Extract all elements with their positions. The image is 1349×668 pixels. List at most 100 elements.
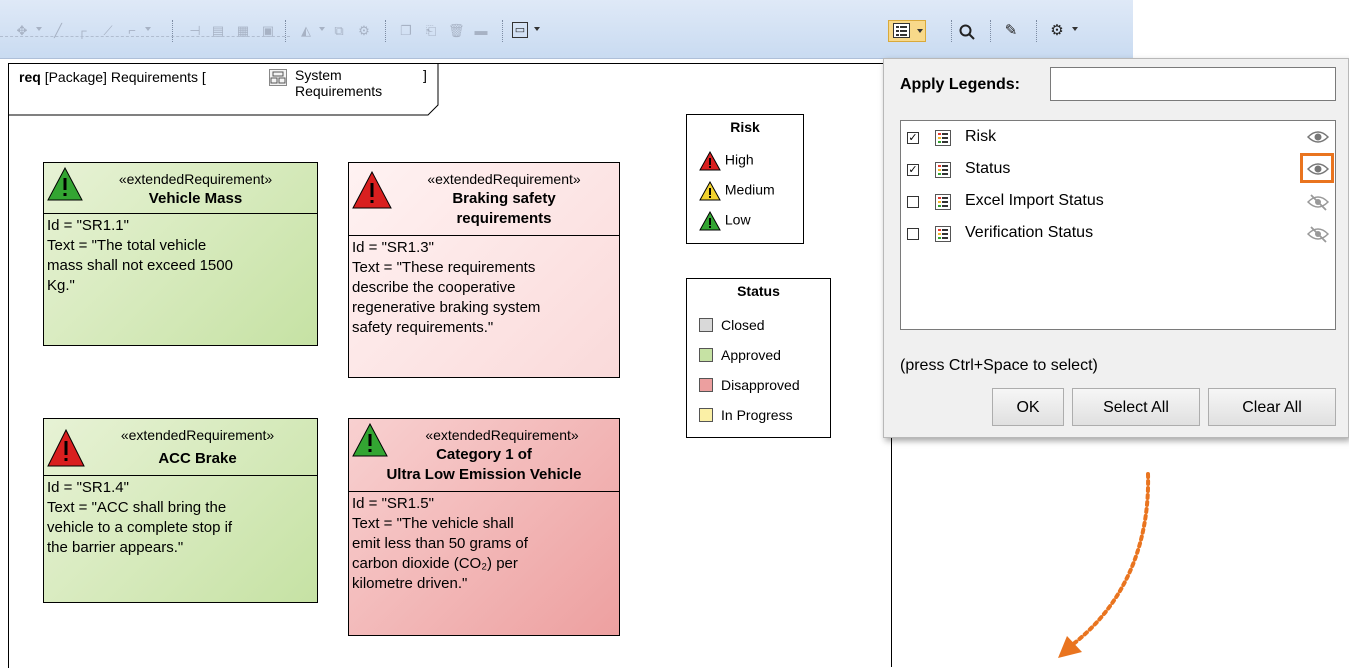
- legend-icon: [935, 130, 951, 146]
- ok-button[interactable]: OK: [992, 388, 1064, 426]
- legend-row-status[interactable]: ✓ Status: [901, 153, 1335, 187]
- legend-label: Closed: [721, 317, 765, 333]
- frame-kind: req: [19, 69, 41, 85]
- legend-icon: [893, 23, 910, 38]
- status-swatch: [699, 318, 713, 332]
- legend-title: Risk: [730, 119, 760, 135]
- legend-icon: [935, 162, 951, 178]
- dropdown-arrow[interactable]: [36, 27, 42, 31]
- eye-hidden-icon[interactable]: [1307, 225, 1329, 243]
- legend-row-label: Risk: [965, 128, 997, 145]
- legend-checkbox[interactable]: [907, 228, 919, 240]
- toolbar-separator: [951, 20, 956, 42]
- eye-icon[interactable]: [1307, 161, 1329, 177]
- requirement-text-line: Text = "These requirements: [352, 259, 536, 276]
- select-all-button[interactable]: Select All: [1072, 388, 1200, 426]
- toolbar-separator: [990, 20, 995, 42]
- eye-icon[interactable]: [1307, 129, 1329, 145]
- gear-icon[interactable]: ⚙: [1049, 23, 1065, 38]
- apply-legends-popup: Apply Legends: ✓ Risk ✓ Status Excel Imp…: [883, 58, 1349, 438]
- annotation-arrow: [1058, 472, 1151, 658]
- legend-item-low: Low: [699, 210, 751, 231]
- legend-item-high: High: [699, 150, 754, 171]
- fill-color-icon[interactable]: ◭: [298, 24, 314, 38]
- legend-row-excel-import-status[interactable]: Excel Import Status: [901, 187, 1335, 219]
- eye-hidden-icon[interactable]: [1307, 193, 1329, 211]
- requirement-text-line: describe the cooperative: [352, 279, 516, 296]
- requirement-header: «extendedRequirement» Category 1 of Ultr…: [349, 419, 619, 492]
- status-swatch: [699, 408, 713, 422]
- requirement-text-line: kilometre driven.": [352, 575, 468, 592]
- frame-close-bracket: ]: [423, 67, 427, 83]
- frame-owner-line2: Requirements: [295, 83, 383, 99]
- requirement-text-line: vehicle to a complete stop if: [47, 519, 233, 536]
- status-swatch: [699, 378, 713, 392]
- legend-row-label: Verification Status: [965, 224, 1094, 241]
- dropdown-arrow[interactable]: [145, 27, 151, 31]
- legend-row-label: Excel Import Status: [965, 192, 1104, 209]
- clear-all-button[interactable]: Clear All: [1208, 388, 1336, 426]
- requirement-text-line: Text = "The total vehicle: [47, 237, 207, 254]
- dropdown-arrow: [917, 29, 923, 33]
- legend-item-medium: Medium: [699, 180, 775, 201]
- risk-legend[interactable]: Risk High Medium Low: [686, 114, 804, 244]
- requirement-text-line: safety requirements.": [352, 319, 494, 336]
- legend-title: Status: [737, 283, 780, 299]
- legend-row-verification-status[interactable]: Verification Status: [901, 219, 1335, 251]
- paste-icon[interactable]: ⎗: [423, 24, 439, 38]
- risk-high-icon: [352, 171, 392, 209]
- requirement-braking-safety[interactable]: «extendedRequirement» Braking safety req…: [348, 162, 620, 378]
- risk-low-icon: [352, 423, 388, 457]
- requirement-text-line: regenerative braking system: [352, 299, 541, 316]
- requirement-category-1[interactable]: «extendedRequirement» Category 1 of Ultr…: [348, 418, 620, 636]
- legend-button[interactable]: [888, 20, 926, 42]
- requirement-body: Id = "SR1.3" Text = "These requirements …: [349, 236, 619, 338]
- requirement-text-line: Kg.": [47, 277, 75, 294]
- risk-low-icon: [47, 167, 83, 201]
- risk-high-icon: [47, 429, 85, 467]
- toolbar-separator: [385, 20, 390, 42]
- dropdown-arrow[interactable]: [534, 27, 540, 31]
- legend-item-approved: Approved: [699, 347, 781, 363]
- bring-front-icon[interactable]: ⧉: [331, 24, 347, 38]
- validation-icon[interactable]: ✎: [1003, 23, 1019, 38]
- apply-legends-search-input[interactable]: [1050, 67, 1336, 101]
- requirement-name-line2: requirements: [456, 210, 552, 227]
- requirement-text-line: Text = "The vehicle shall: [352, 515, 514, 532]
- legend-row-risk[interactable]: ✓ Risk: [901, 123, 1335, 155]
- requirement-body: Id = "SR1.4" Text = "ACC shall bring the…: [44, 476, 317, 558]
- requirement-name: Category 1 of: [436, 446, 532, 463]
- legend-item-closed: Closed: [699, 317, 765, 333]
- requirement-stereotype: «extendedRequirement»: [425, 427, 579, 443]
- requirement-name: Vehicle Mass: [148, 190, 243, 207]
- status-legend[interactable]: Status Closed Approved Disapproved In Pr…: [686, 278, 831, 438]
- frame-title: req [Package] Requirements [: [19, 69, 206, 85]
- legend-label: Medium: [724, 181, 775, 198]
- dropdown-arrow[interactable]: [1072, 27, 1078, 31]
- requirement-header: «extendedRequirement» ACC Brake: [44, 419, 317, 476]
- layout-icon[interactable]: ▭: [512, 22, 528, 38]
- search-icon[interactable]: [959, 24, 975, 40]
- legend-checkbox[interactable]: [907, 196, 919, 208]
- copy-icon[interactable]: ❐: [398, 24, 414, 38]
- legend-item-disapproved: Disapproved: [699, 377, 800, 393]
- style-icon[interactable]: ⚙: [356, 24, 372, 38]
- requirement-id: Id = "SR1.5": [352, 495, 434, 512]
- legend-checkbox[interactable]: ✓: [907, 164, 919, 176]
- delete-from-model-icon[interactable]: ▬: [473, 24, 489, 38]
- select-hint: (press Ctrl+Space to select): [900, 357, 1098, 374]
- legend-row-label: Status: [965, 160, 1011, 177]
- frame-owner-line1: System: [295, 67, 342, 83]
- legend-label: In Progress: [721, 407, 793, 423]
- requirement-stereotype: «extendedRequirement»: [118, 171, 273, 187]
- legend-label: High: [724, 151, 754, 168]
- requirement-acc-brake[interactable]: «extendedRequirement» ACC Brake Id = "SR…: [43, 418, 318, 603]
- delete-icon[interactable]: 🗑: [448, 24, 465, 38]
- requirement-vehicle-mass[interactable]: «extendedRequirement» Vehicle Mass Id = …: [43, 162, 318, 346]
- toolbar-separator: [285, 20, 290, 42]
- dropdown-arrow[interactable]: [319, 27, 325, 31]
- requirement-text-line: mass shall not exceed 1500: [47, 257, 233, 274]
- requirement-body: Id = "SR1.1" Text = "The total vehicle m…: [44, 214, 317, 296]
- requirement-header: «extendedRequirement» Braking safety req…: [349, 163, 619, 236]
- legend-checkbox[interactable]: ✓: [907, 132, 919, 144]
